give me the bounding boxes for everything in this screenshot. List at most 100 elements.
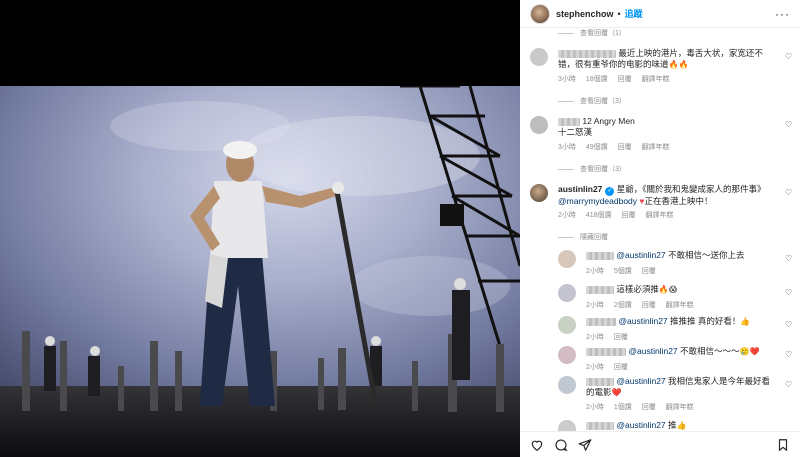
comment-likes[interactable]: 18個讚 <box>586 76 608 83</box>
post-side-panel: stephenchow • 追蹤 ··· 查看回覆（1） 最近上映的港片，毒舌大… <box>520 0 800 457</box>
mention-link[interactable]: @marrymydeadbody <box>558 196 637 206</box>
blurred-username <box>586 421 614 430</box>
replier-avatar[interactable] <box>558 316 576 334</box>
post-photo <box>0 86 520 457</box>
blurred-username <box>586 347 626 356</box>
reply-likes[interactable]: 5個讚 <box>614 268 632 275</box>
view-replies-button[interactable]: 查看回覆（3） <box>558 96 626 106</box>
like-heart-icon[interactable]: ♡ <box>785 380 792 389</box>
comment-meta: 3小時 49個讚 回覆 翻譯年糕 <box>558 142 678 152</box>
reply-body: 推推推 真的好看！ <box>670 316 741 326</box>
comment-time: 3小時 <box>558 144 576 151</box>
reply-meta: 2小時 2個讚 回覆 翻譯年糕 <box>586 300 702 310</box>
reply-button[interactable]: 回覆 <box>614 334 628 341</box>
reply-meta: 2小時 回覆 <box>586 362 636 372</box>
comment-time: 2小時 <box>558 212 576 219</box>
header-separator: • <box>617 8 621 19</box>
reply-button[interactable]: 回覆 <box>642 404 656 411</box>
commenter-avatar[interactable] <box>530 184 548 202</box>
author-avatar[interactable] <box>530 3 550 24</box>
reply-time: 2小時 <box>586 334 604 341</box>
translate-button[interactable]: 翻譯年糕 <box>666 302 694 309</box>
translate-button[interactable]: 翻譯年糕 <box>645 212 673 219</box>
verified-badge-icon: ✓ <box>605 187 615 196</box>
reply-meta: 2小時 5個讚 回覆 <box>586 266 664 276</box>
reply-button[interactable]: 回覆 <box>614 364 628 371</box>
post-header: stephenchow • 追蹤 ··· <box>520 0 800 28</box>
commenter-avatar[interactable] <box>530 48 548 66</box>
reply-text: @austinlin27 我相信鬼家人是今年最好看的電影❤️ <box>586 376 778 398</box>
comment-icon[interactable] <box>554 438 568 452</box>
mention-link[interactable]: @austinlin27 <box>616 420 665 430</box>
follow-button[interactable]: 追蹤 <box>625 7 643 20</box>
reply-likes[interactable]: 2個讚 <box>614 302 632 309</box>
like-heart-icon[interactable]: ♡ <box>785 120 792 129</box>
reply-body: 不敢相信～送你上去 <box>668 250 745 260</box>
comment-body-line2: 十二怒漢 <box>558 127 593 137</box>
replies-line <box>558 100 574 102</box>
like-heart-icon[interactable]: ♡ <box>785 52 792 61</box>
blurred-username <box>558 117 580 126</box>
more-options-icon[interactable]: ··· <box>775 7 790 21</box>
reply-emoji: 👍 <box>740 317 751 326</box>
comments-list[interactable]: 查看回覆（1） 最近上映的港片，毒舌大状，家宽还不错，很有重爷你的电影的味道🔥🔥… <box>520 28 800 431</box>
comment-likes[interactable]: 418個讚 <box>586 212 612 219</box>
translate-button[interactable]: 翻譯年糕 <box>642 144 670 151</box>
like-heart-icon[interactable]: ♡ <box>785 350 792 359</box>
reply-button[interactable]: 回覆 <box>642 268 656 275</box>
translate-button[interactable]: 翻譯年糕 <box>666 404 694 411</box>
reply-likes[interactable]: 1個讚 <box>614 404 632 411</box>
reply-button[interactable]: 回覆 <box>622 212 636 219</box>
comment-likes[interactable]: 49個讚 <box>586 144 608 151</box>
replies-line <box>558 236 574 238</box>
heart-icon[interactable] <box>530 438 544 452</box>
replier-avatar[interactable] <box>558 376 576 394</box>
comment-emoji: 🔥🔥 <box>668 60 689 69</box>
reply-emoji: 🥲❤️ <box>739 347 760 356</box>
commenter-username[interactable]: austinlin27 <box>558 184 602 194</box>
reply-meta: 2小時 1個讚 回覆 翻譯年糕 <box>586 402 702 412</box>
reply-body: 推 <box>668 420 677 430</box>
replies-label: 隱藏回覆 <box>580 234 608 241</box>
like-heart-icon[interactable]: ♡ <box>785 254 792 263</box>
comment-text: austinlin27 ✓ 星爺，《關於我和鬼變成家人的那件事》 @marrymy… <box>558 184 778 207</box>
replier-avatar[interactable] <box>558 420 576 431</box>
replier-avatar[interactable] <box>558 346 576 364</box>
replies-line <box>558 32 574 34</box>
share-icon[interactable] <box>578 438 592 452</box>
reply-time: 2小時 <box>586 268 604 275</box>
view-replies-button[interactable]: 查看回覆（3） <box>558 164 626 174</box>
mention-link[interactable]: @austinlin27 <box>616 250 665 260</box>
like-heart-icon[interactable]: ♡ <box>785 188 792 197</box>
reply-button[interactable]: 回覆 <box>618 76 632 83</box>
mention-link[interactable]: @austinlin27 <box>628 346 677 356</box>
blurred-username <box>586 251 614 260</box>
reply-emoji: 🔥😱 <box>658 285 678 294</box>
mention-link[interactable]: @austinlin27 <box>618 316 667 326</box>
view-replies-top[interactable]: 查看回覆（1） <box>558 28 626 38</box>
reply-text: @austinlin27 不敢相信～送你上去 <box>586 250 778 261</box>
reply-time: 2小時 <box>586 404 604 411</box>
bookmark-icon[interactable] <box>776 438 790 452</box>
hide-replies-button[interactable]: 隱藏回覆 <box>558 232 608 242</box>
reply-text: @austinlin27 推推推 真的好看！👍 <box>586 316 778 327</box>
like-heart-icon[interactable]: ♡ <box>785 320 792 329</box>
blurred-username <box>586 285 614 294</box>
reply-body: 這樣必須推 <box>616 284 659 294</box>
post-action-bar <box>520 431 800 457</box>
blurred-username <box>586 377 614 386</box>
mention-link[interactable]: @austinlin27 <box>616 376 665 386</box>
author-username[interactable]: stephenchow <box>556 9 614 19</box>
reply-button[interactable]: 回覆 <box>642 302 656 309</box>
commenter-avatar[interactable] <box>530 116 548 134</box>
translate-button[interactable]: 翻譯年糕 <box>642 76 670 83</box>
post-media[interactable] <box>0 0 520 457</box>
replier-avatar[interactable] <box>558 284 576 302</box>
replier-avatar[interactable] <box>558 250 576 268</box>
reply-button[interactable]: 回覆 <box>618 144 632 151</box>
blurred-username <box>558 49 616 58</box>
comment-text: 最近上映的港片，毒舌大状，家宽还不错，很有重爷你的电影的味道🔥🔥 <box>558 48 778 70</box>
like-heart-icon[interactable]: ♡ <box>785 288 792 297</box>
reply-meta: 2小時 回覆 <box>586 332 636 342</box>
reply-body: 不敢相信～～～ <box>680 346 740 356</box>
